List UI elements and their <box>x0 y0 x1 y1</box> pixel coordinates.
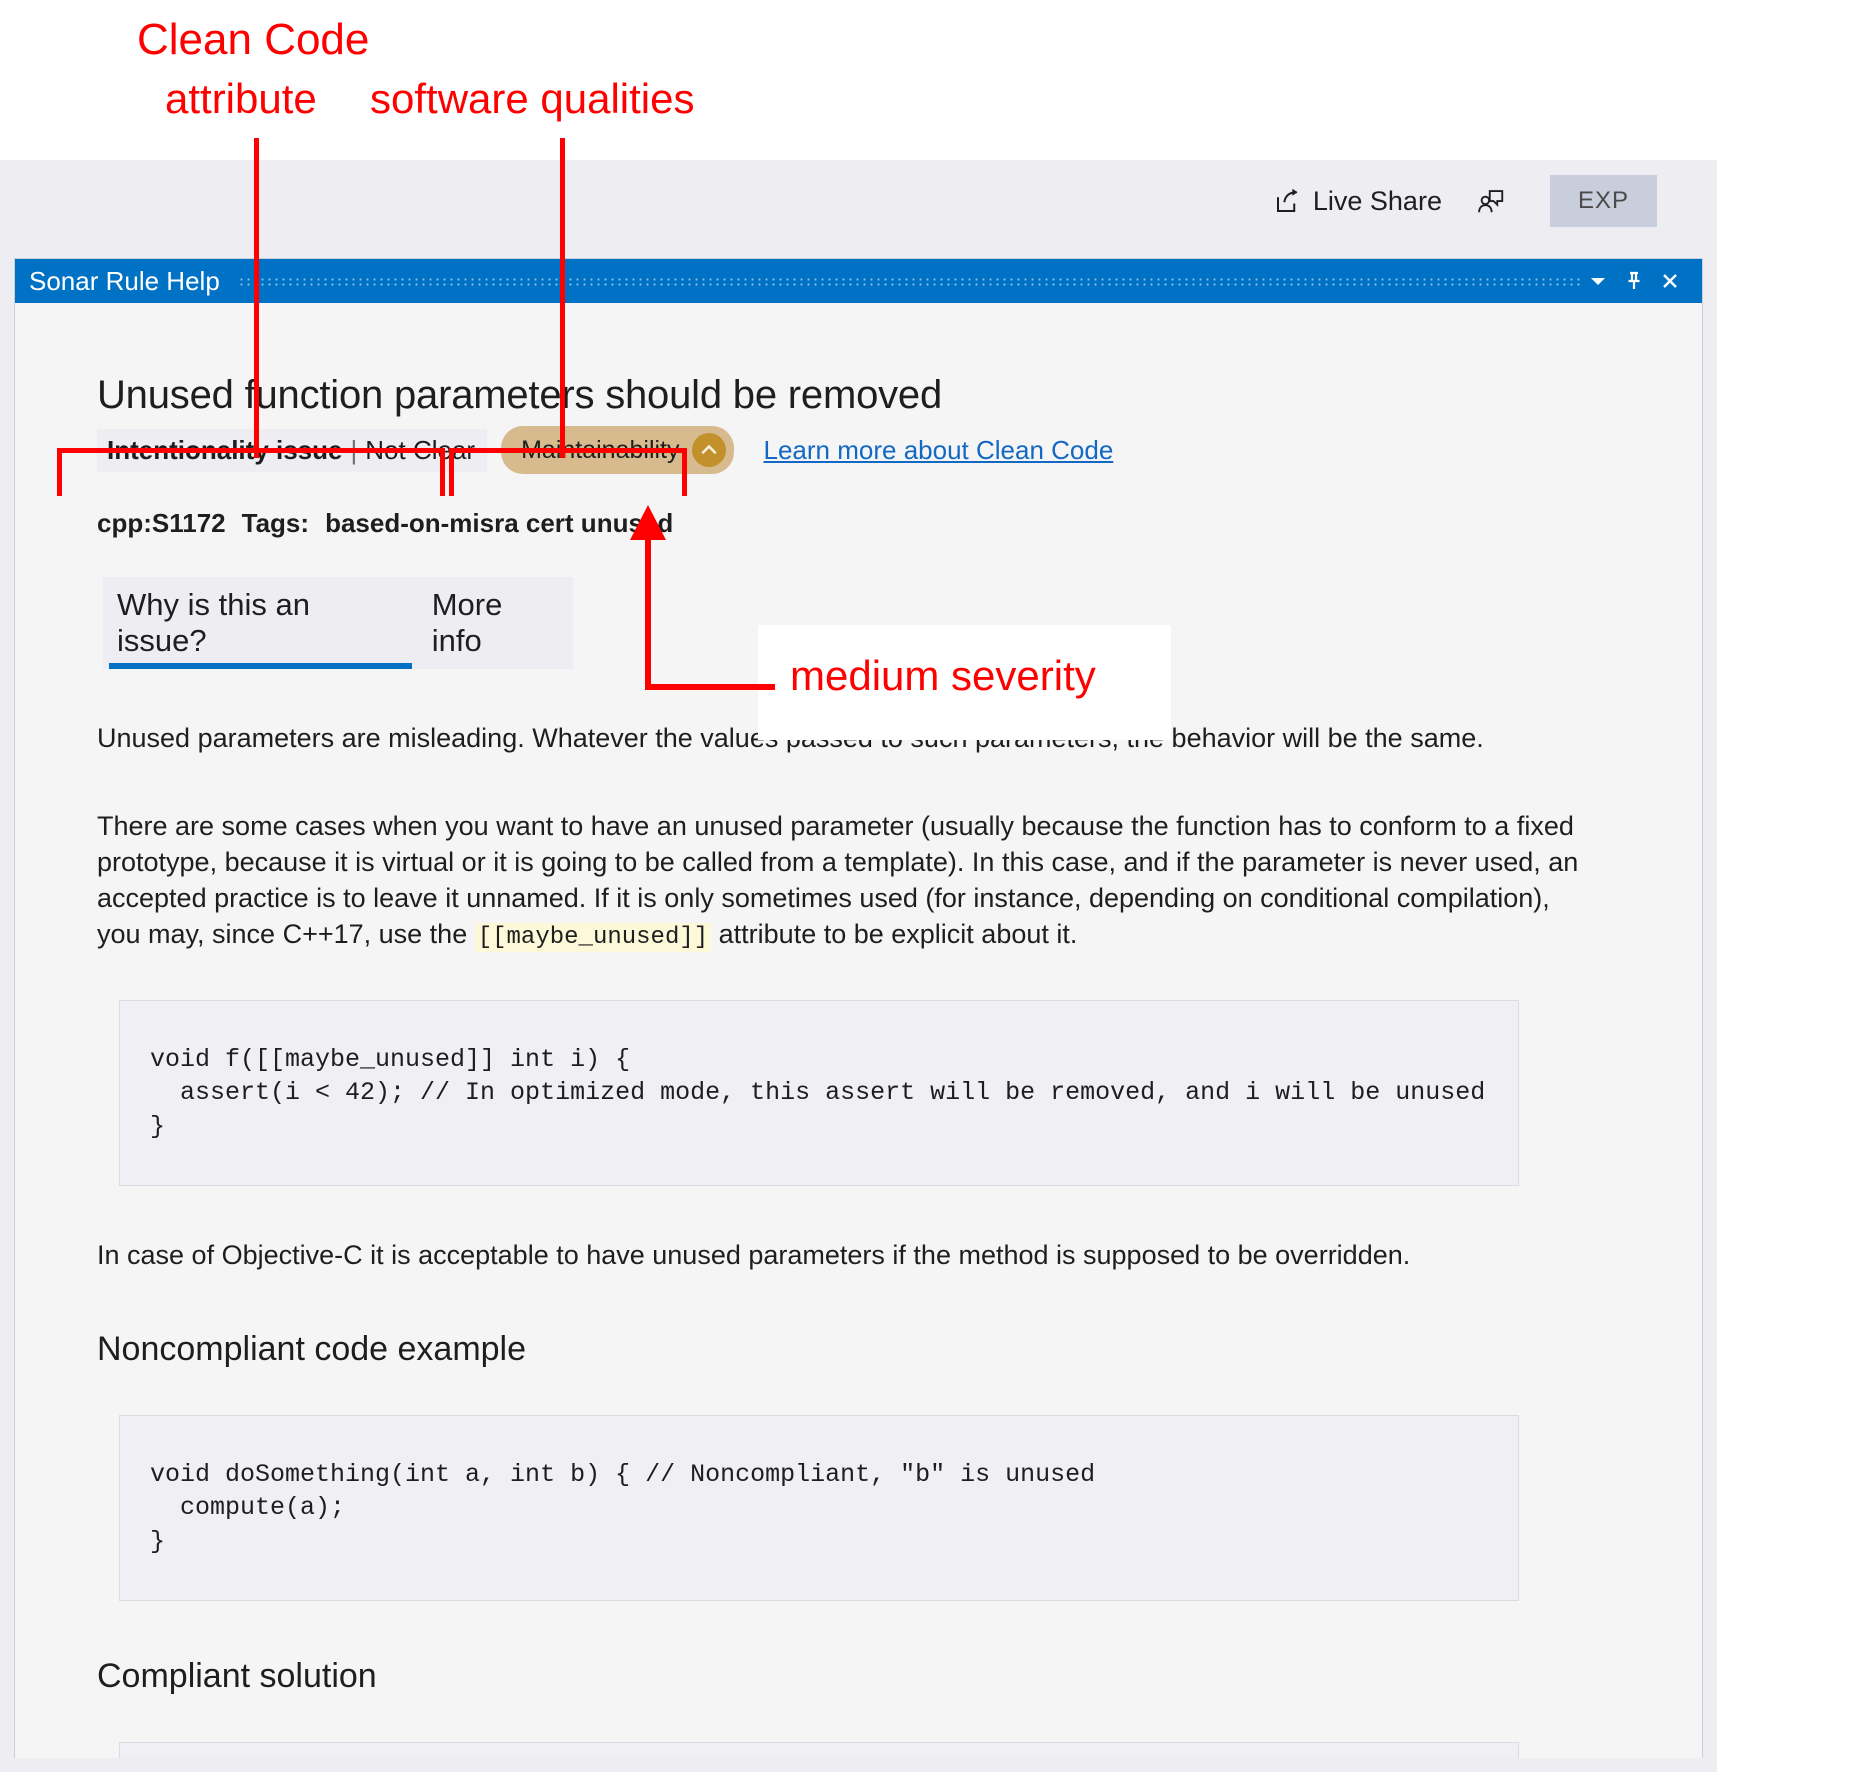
code-text: void f([[maybe_unused]] int i) { assert(… <box>150 1043 1488 1144</box>
rule-tabs: Why is this an issue? More info <box>103 577 573 669</box>
code-block-noncompliant: void doSomething(int a, int b) { // Nonc… <box>119 1415 1519 1602</box>
annotation-leader-attribute <box>254 138 259 458</box>
noncompliant-heading: Noncompliant code example <box>97 1330 1632 1369</box>
tags-label: Tags: <box>242 508 309 539</box>
rule-description-document: Unused function parameters should be rem… <box>15 303 1702 1758</box>
code-block-compliant: void doSomething(int a) { compute(a); } <box>119 1742 1519 1758</box>
exp-button[interactable]: EXP <box>1550 175 1657 227</box>
feedback-person-icon <box>1476 186 1506 216</box>
code-block-maybe-unused-example: void f([[maybe_unused]] int i) { assert(… <box>119 1000 1519 1187</box>
close-icon[interactable] <box>1652 263 1688 299</box>
compliant-heading: Compliant solution <box>97 1657 1632 1696</box>
annotation-arrow-horizontal <box>645 684 775 690</box>
tab-why-is-this-an-issue[interactable]: Why is this an issue? <box>103 583 418 669</box>
annotation-clean-code: Clean Code <box>137 18 369 62</box>
tool-window-drag-grip[interactable] <box>238 277 1580 287</box>
chevron-down-icon[interactable] <box>1580 263 1616 299</box>
rule-key-and-tags: cpp:S1172 Tags: based-on-misra cert unus… <box>97 508 1632 539</box>
chevron-up-severity-icon <box>692 433 726 467</box>
annotation-leader-software-qualities <box>560 138 565 458</box>
rule-title: Unused function parameters should be rem… <box>97 373 1632 418</box>
tab-more-info[interactable]: More info <box>418 583 573 669</box>
code-text: void doSomething(int a, int b) { // Nonc… <box>150 1458 1488 1559</box>
rule-tags: based-on-misra cert unused <box>325 508 673 539</box>
live-share-label: Live Share <box>1313 186 1442 217</box>
annotation-arrow-stem <box>645 540 651 690</box>
inline-code-maybe-unused: [[maybe_unused]] <box>475 923 711 952</box>
annotation-box-attribute <box>57 448 445 496</box>
rule-key: cpp:S1172 <box>97 508 226 539</box>
annotation-arrow-head <box>630 505 666 540</box>
share-icon <box>1273 186 1303 216</box>
paragraph-2-text-after: attribute to be explicit about it. <box>711 919 1077 949</box>
live-share-button[interactable]: Live Share <box>1273 186 1442 217</box>
annotation-medium-severity: medium severity <box>790 655 1096 697</box>
rule-paragraph-3: In case of Objective-C it is acceptable … <box>97 1238 1587 1274</box>
feedback-button[interactable] <box>1476 186 1506 216</box>
tool-window-title: Sonar Rule Help <box>29 266 220 297</box>
annotation-box-software-qualities <box>449 448 687 496</box>
rule-paragraph-2: There are some cases when you want to ha… <box>97 809 1587 954</box>
learn-more-link[interactable]: Learn more about Clean Code <box>764 435 1114 466</box>
pin-icon[interactable] <box>1616 263 1652 299</box>
tool-window-titlebar[interactable]: Sonar Rule Help <box>15 259 1702 303</box>
annotation-attribute: attribute <box>165 78 317 120</box>
annotation-software-qualities: software qualities <box>370 78 695 120</box>
